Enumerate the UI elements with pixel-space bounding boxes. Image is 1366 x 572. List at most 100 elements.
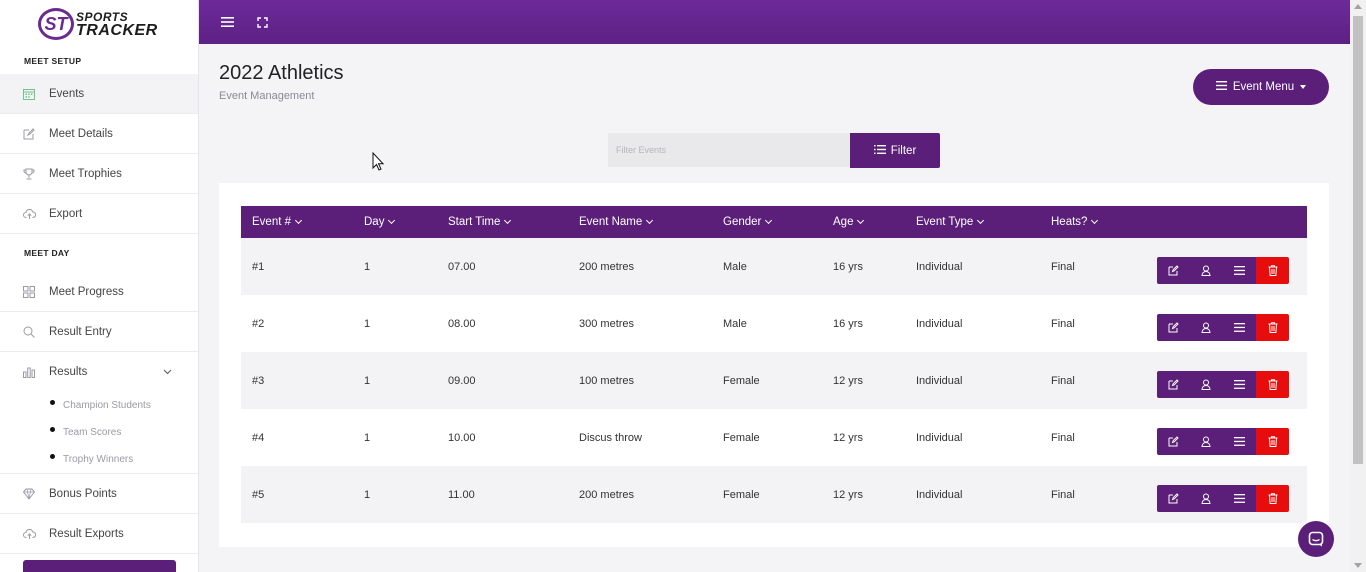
sidebar-item-result-exports[interactable]: Result Exports [0, 514, 198, 554]
sidebar-item-meet-trophies[interactable]: Meet Trophies [0, 154, 198, 194]
menu-icon [1215, 81, 1227, 93]
menu-icon [1234, 323, 1245, 332]
delete-button[interactable] [1256, 314, 1289, 341]
sort-icon [388, 216, 396, 225]
menu-icon [1234, 494, 1245, 503]
menu-icon [1234, 380, 1245, 389]
edit-button[interactable] [1157, 485, 1190, 512]
sidebar-item-label: Export [49, 207, 83, 220]
sidebar-item-result-entry[interactable]: Result Entry [0, 312, 198, 352]
cell-day: 1 [364, 260, 371, 273]
details-menu-button[interactable] [1223, 371, 1256, 398]
participants-button[interactable] [1190, 485, 1223, 512]
sort-icon [977, 216, 985, 225]
column-header-gender[interactable]: Gender [723, 206, 773, 238]
user-search-icon [1201, 265, 1211, 276]
cell-age: 12 yrs [833, 431, 863, 444]
details-menu-button[interactable] [1223, 314, 1256, 341]
cloud-upload-icon [22, 527, 36, 541]
delete-button[interactable] [1256, 371, 1289, 398]
scroll-thumb[interactable] [1353, 16, 1363, 464]
cell-event-name: Discus throw [579, 431, 642, 444]
delete-button[interactable] [1256, 485, 1289, 512]
delete-button[interactable] [1256, 428, 1289, 455]
cell-start-time: 09.00 [448, 374, 476, 387]
cell-event-number: #4 [252, 431, 265, 444]
table-row: #4 1 10.00 Discus throw Female 12 yrs In… [241, 409, 1307, 466]
cell-age: 16 yrs [833, 317, 863, 330]
cell-event-type: Individual [916, 374, 963, 387]
sidebar-item-export[interactable]: Export [0, 194, 198, 234]
bar-chart-icon [22, 365, 36, 379]
cell-event-number: #5 [252, 488, 265, 501]
sidebar-item-results[interactable]: Results [0, 352, 198, 392]
edit-button[interactable] [1157, 257, 1190, 284]
logo-line2: TRACKER [76, 22, 158, 39]
details-menu-button[interactable] [1223, 485, 1256, 512]
scroll-down-arrow-icon[interactable] [1354, 563, 1362, 568]
details-menu-button[interactable] [1223, 428, 1256, 455]
cell-gender: Female [723, 431, 760, 444]
column-header-heats[interactable]: Heats? [1051, 206, 1099, 238]
sidebar-item-label: Result Entry [49, 325, 112, 338]
column-header-event-number[interactable]: Event # [252, 206, 303, 238]
sidebar-item-bonus-points[interactable]: Bonus Points [0, 474, 198, 514]
cell-event-type: Individual [916, 488, 963, 501]
cell-day: 1 [364, 488, 371, 501]
row-actions [1157, 485, 1289, 512]
delete-button[interactable] [1256, 257, 1289, 284]
column-header-event-type[interactable]: Event Type [916, 206, 985, 238]
sidebar-item-label: Meet Trophies [49, 167, 122, 180]
details-menu-button[interactable] [1223, 257, 1256, 284]
search-icon [22, 325, 36, 339]
sidebar-subitem-trophy-winners[interactable]: Trophy Winners [0, 446, 198, 473]
cell-event-number: #3 [252, 374, 265, 387]
sidebar-item-events[interactable]: Events [0, 74, 198, 114]
filter-events-input[interactable] [608, 133, 850, 167]
cell-event-name: 300 metres [579, 317, 635, 330]
sidebar-bottom-button[interactable] [23, 560, 176, 572]
scroll-up-arrow-icon[interactable] [1354, 4, 1362, 9]
vertical-scrollbar[interactable] [1350, 0, 1366, 572]
participants-button[interactable] [1190, 428, 1223, 455]
logo[interactable]: ST SPORTS TRACKER [0, 0, 198, 48]
events-table: Event # Day Start Time Event Name Gender… [241, 206, 1307, 523]
participants-button[interactable] [1190, 314, 1223, 341]
column-header-age[interactable]: Age [833, 206, 865, 238]
sidebar-subitem-team-scores[interactable]: Team Scores [0, 419, 198, 446]
sidebar-item-label: Results [49, 366, 88, 378]
results-submenu: Champion Students Team Scores Trophy Win… [0, 392, 198, 474]
list-filter-icon [873, 144, 886, 157]
cell-event-number: #2 [252, 317, 265, 330]
fullscreen-icon[interactable] [254, 14, 270, 30]
sidebar-item-meet-progress[interactable]: Meet Progress [0, 272, 198, 312]
bullet-icon [50, 400, 55, 405]
participants-button[interactable] [1190, 371, 1223, 398]
edit-button[interactable] [1157, 428, 1190, 455]
page-title: 2022 Athletics [219, 62, 344, 84]
sidebar-subitem-champion-students[interactable]: Champion Students [0, 392, 198, 419]
cell-heats: Final [1051, 431, 1075, 444]
logo-mark-icon: ST [38, 8, 74, 40]
menu-toggle-icon[interactable] [219, 14, 235, 30]
row-actions [1157, 428, 1289, 455]
edit-button[interactable] [1157, 371, 1190, 398]
trophy-icon [22, 167, 36, 181]
chat-widget-button[interactable] [1298, 521, 1334, 557]
participants-button[interactable] [1190, 257, 1223, 284]
sidebar-item-meet-details[interactable]: Meet Details [0, 114, 198, 154]
cell-event-type: Individual [916, 431, 963, 444]
user-search-icon [1201, 493, 1211, 504]
column-header-start-time[interactable]: Start Time [448, 206, 512, 238]
edit-icon [1168, 379, 1179, 390]
user-search-icon [1201, 436, 1211, 447]
edit-button[interactable] [1157, 314, 1190, 341]
column-header-day[interactable]: Day [364, 206, 396, 238]
filter-button[interactable]: Filter [850, 133, 940, 168]
column-header-event-name[interactable]: Event Name [579, 206, 654, 238]
event-menu-button[interactable]: Event Menu [1193, 69, 1329, 105]
cell-gender: Female [723, 488, 760, 501]
topbar [199, 0, 1350, 44]
chevron-down-icon[interactable] [163, 366, 172, 378]
cell-gender: Female [723, 374, 760, 387]
